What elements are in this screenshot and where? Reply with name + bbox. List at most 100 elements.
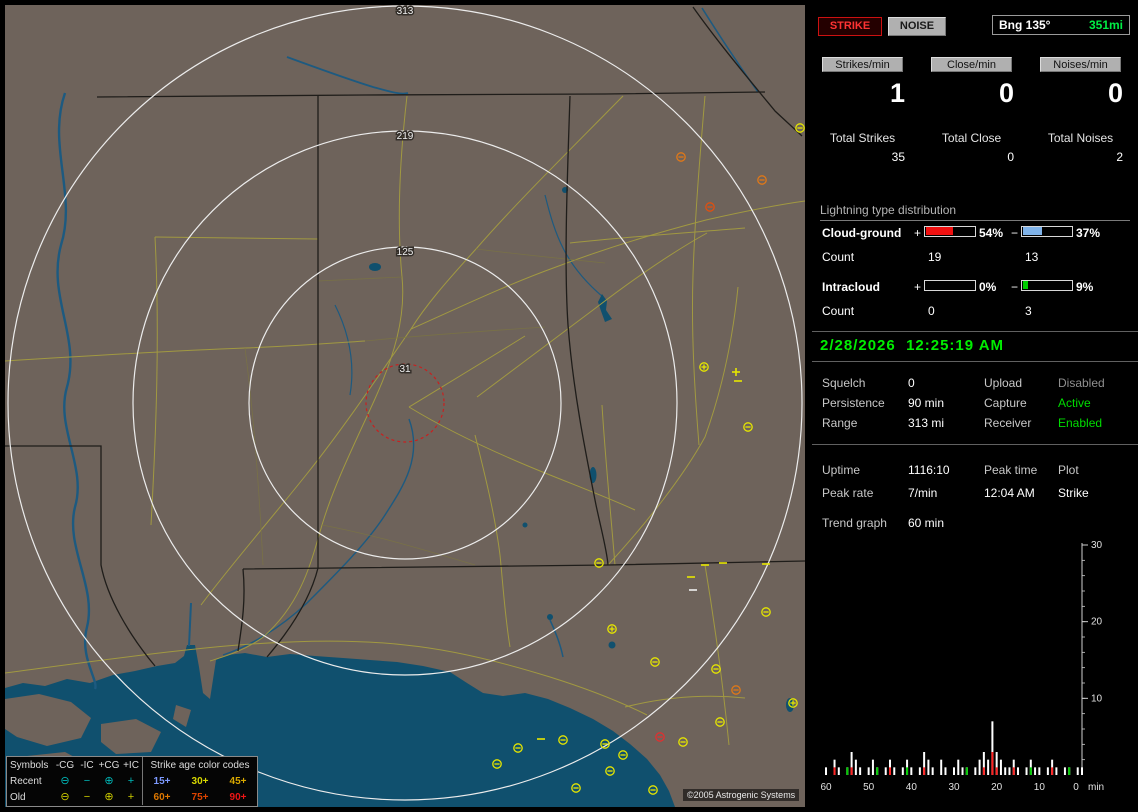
trend-bar-strikes [884, 767, 887, 775]
legend-recent-row: Recent ⊖ − ⊕ + 15+ 30+ 45+ [7, 773, 257, 789]
capture-status: Active [1058, 396, 1091, 410]
trend-bar-strikes [1055, 767, 1058, 775]
trend-bar-strikes [1063, 767, 1066, 775]
legend-col-ic-pos: +IC [123, 759, 139, 771]
cg-count-row: Count 19 13 [812, 250, 1138, 264]
trend-bar-strikes [837, 767, 840, 775]
trend-bar-cloud-ground [833, 767, 836, 775]
trend-bar-strikes [1034, 767, 1037, 775]
cg-positive-bar [924, 226, 976, 237]
upload-status: Disabled [1058, 376, 1105, 390]
trend-graph-row: Trend graph 60 min [812, 516, 1138, 530]
peak-time-label: Peak time [984, 463, 1038, 477]
legend-col-cg-neg: -CG [55, 759, 75, 771]
x-tick-label: 20 [991, 782, 1003, 793]
plus-sign: + [914, 226, 922, 240]
y-tick-label: 20 [1091, 617, 1103, 628]
age-code: 30+ [191, 775, 209, 787]
trend-bar-strikes [1008, 767, 1011, 775]
settings-row: Range 313 mi Receiver Enabled [812, 416, 1138, 430]
noise-button[interactable]: NOISE [888, 17, 946, 36]
minus-sign: − [1011, 280, 1019, 294]
circle-plus-icon: ⊕ [104, 774, 114, 787]
divider [812, 444, 1138, 445]
persistence-value: 90 min [908, 396, 945, 410]
upload-label: Upload [984, 376, 1023, 390]
close-per-min-value: 0 [998, 78, 1014, 108]
total-noises-value: 2 [1116, 150, 1123, 164]
trend-graph-duration: 60 min [908, 516, 945, 530]
ic-negative-bar [1021, 280, 1073, 291]
trend-bar-strikes [901, 767, 904, 775]
plot-label: Plot [1058, 463, 1079, 477]
age-code: 60+ [153, 791, 171, 803]
map-svg: 313 219 125 31 [4, 5, 806, 807]
trend-bar-strikes [1004, 767, 1007, 775]
cg-negative-bar [1021, 226, 1073, 237]
plus-sign: + [914, 280, 922, 294]
trend-bar-intracloud [1068, 767, 1071, 775]
x-tick-label-zero: 0 [1073, 782, 1079, 793]
peak-rate-value: 7/min [908, 486, 938, 500]
age-code: 90+ [229, 791, 247, 803]
lake [608, 641, 616, 649]
persistence-label: Persistence [822, 396, 885, 410]
uptime-value: 1116:10 [908, 463, 950, 477]
trend-bars [825, 721, 1083, 775]
range-ring-label: 313 [397, 6, 414, 17]
total-close-value: 0 [1007, 150, 1014, 164]
range-value: 313 mi [908, 416, 945, 430]
trend-bar-strikes [1081, 767, 1083, 775]
ic-negative-count: 3 [1025, 304, 1032, 318]
cg-negative-pct: 37% [1076, 226, 1101, 240]
trend-bar-strikes [944, 767, 947, 775]
close-per-min-label: Close/min [931, 57, 1012, 72]
trend-bar-strikes [871, 759, 874, 775]
receiver-label: Receiver [984, 416, 1032, 430]
legend-row-label: Recent [10, 775, 42, 787]
x-tick-label: 30 [948, 782, 960, 793]
circle-minus-icon: ⊖ [60, 790, 70, 803]
x-tick-label: 40 [906, 782, 918, 793]
map-canvas[interactable]: 313 219 125 31 [4, 5, 806, 807]
ic-count-row: Count 0 3 [812, 304, 1138, 318]
trend-bar-cloud-ground [982, 767, 985, 775]
circle-plus-icon: ⊕ [104, 790, 114, 803]
circle-minus-icon: ⊖ [60, 774, 70, 787]
total-strikes-value: 35 [891, 150, 905, 164]
trend-bar-intracloud [965, 767, 968, 775]
x-axis-unit: min [1088, 782, 1104, 793]
intracloud-row: Intracloud + 0% − 9% [812, 280, 1138, 294]
capture-label: Capture [984, 396, 1027, 410]
trend-bar-strikes [893, 767, 896, 775]
lake [522, 522, 528, 528]
minus-sign: − [1011, 226, 1019, 240]
trend-bar-strikes [961, 767, 964, 775]
strikes-per-min-label: Strikes/min [822, 57, 903, 72]
legend-symbols-header: Symbols [10, 759, 49, 771]
trend-bar-strikes [867, 767, 870, 775]
y-tick-label: 10 [1091, 693, 1103, 704]
bearing-label: Bng 135° [999, 18, 1051, 32]
legend-col-cg-pos: +CG [98, 759, 120, 771]
uptime-label: Uptime [822, 463, 861, 477]
trend-bar-strikes [957, 759, 960, 775]
map-legend: Symbols -CG -IC +CG +IC Strike age color… [6, 756, 258, 807]
trend-graph: 10 20 30 60 50 40 30 20 10 0 min [820, 540, 1104, 793]
strike-button[interactable]: STRIKE [818, 17, 882, 36]
receiver-status: Enabled [1058, 416, 1103, 430]
trend-bar-strikes [1017, 767, 1019, 775]
age-code: 15+ [153, 775, 171, 787]
intracloud-label: Intracloud [822, 280, 881, 294]
trend-bar-strikes [931, 767, 934, 775]
ic-negative-pct: 9% [1076, 280, 1094, 294]
x-tick-label: 60 [820, 782, 832, 793]
trend-bar-strikes [1038, 767, 1041, 775]
ic-positive-count: 0 [928, 304, 935, 318]
trend-bar-intracloud [1029, 767, 1032, 775]
trend-bar-intracloud [876, 767, 879, 775]
trend-bar-cloud-ground [889, 767, 891, 775]
lake [547, 614, 553, 620]
cg-negative-count: 13 [1025, 250, 1039, 264]
cloud-ground-label: Cloud-ground [822, 226, 902, 240]
